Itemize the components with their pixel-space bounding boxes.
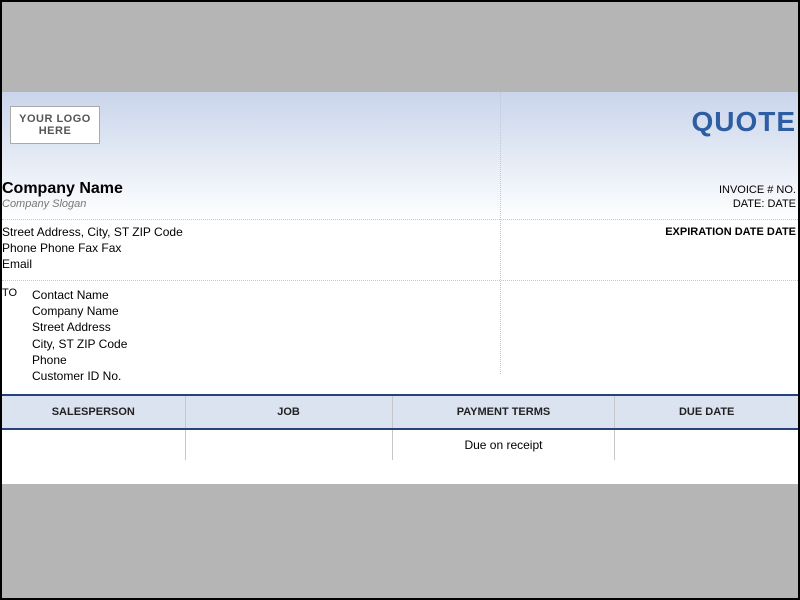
company-email: Email [2,256,183,272]
outer-frame: YOUR LOGO HERE QUOTE Company Name Compan… [0,0,800,600]
bill-to-city: City, ST ZIP Code [32,336,127,352]
logo-placeholder: YOUR LOGO HERE [10,106,100,144]
divider-horizontal-1 [2,219,798,220]
cell-job [185,429,392,460]
cell-due-date [615,429,798,460]
header-gradient [2,92,798,222]
document-title: QUOTE [691,106,796,138]
company-slogan: Company Slogan [2,198,86,210]
bill-to-company: Company Name [32,303,127,319]
company-address: Street Address, City, ST ZIP Code [2,224,183,240]
company-phone-fax: Phone Phone Fax Fax [2,240,183,256]
cell-payment-terms: Due on receipt [392,429,615,460]
header-salesperson: SALESPERSON [2,395,185,429]
header-job: JOB [185,395,392,429]
bill-to-phone: Phone [32,352,127,368]
header-due-date: DUE DATE [615,395,798,429]
invoice-number: INVOICE # NO. [719,184,796,196]
document-page: YOUR LOGO HERE QUOTE Company Name Compan… [2,92,798,484]
bill-to-block: Contact Name Company Name Street Address… [32,287,127,384]
header-payment-terms: PAYMENT TERMS [392,395,615,429]
bill-to-label: TO [2,287,17,299]
bill-to-street: Street Address [32,319,127,335]
company-name: Company Name [2,180,123,198]
table-header-row: SALESPERSON JOB PAYMENT TERMS DUE DATE [2,395,798,429]
bill-to-contact: Contact Name [32,287,127,303]
details-table: SALESPERSON JOB PAYMENT TERMS DUE DATE D… [2,394,798,460]
invoice-date: DATE: DATE [733,198,796,210]
bill-to-customer-id: Customer ID No. [32,368,127,384]
divider-vertical [500,92,501,374]
company-address-block: Street Address, City, ST ZIP Code Phone … [2,224,183,273]
cell-salesperson [2,429,185,460]
expiration-date: EXPIRATION DATE DATE [665,226,796,238]
table-row: Due on receipt [2,429,798,460]
divider-horizontal-2 [2,280,798,281]
